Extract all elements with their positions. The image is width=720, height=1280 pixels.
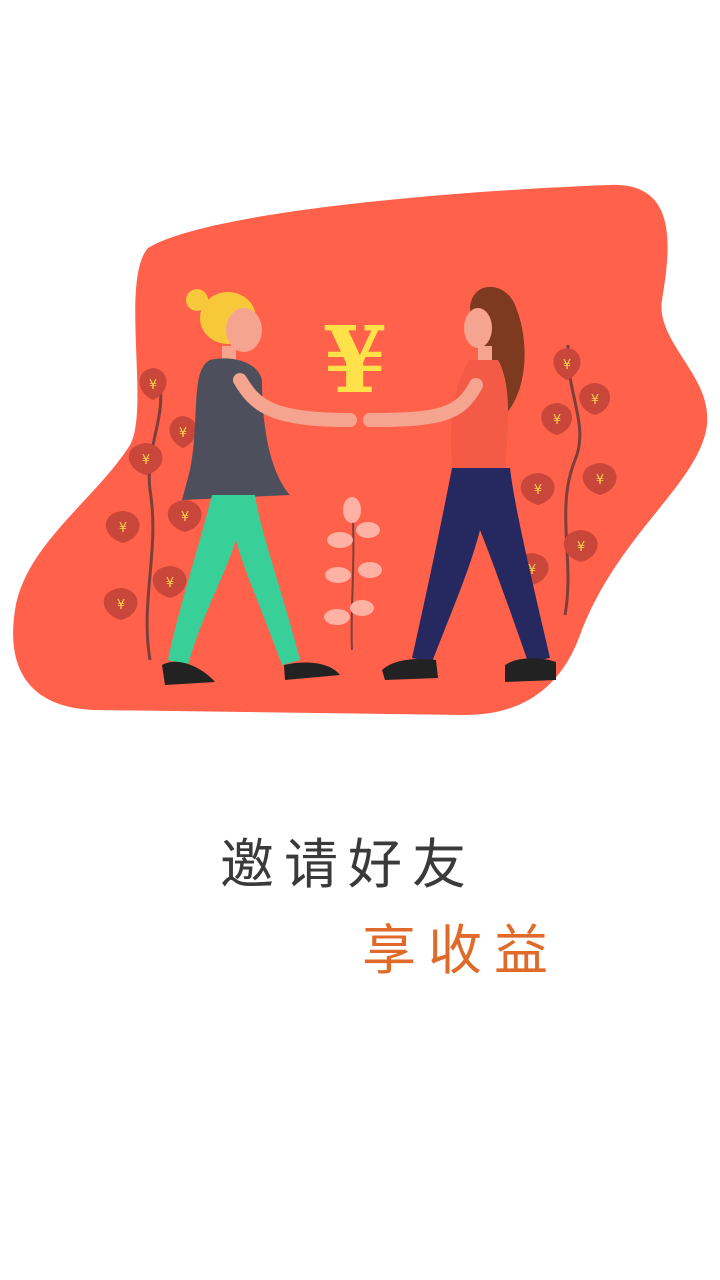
- svg-text:¥: ¥: [577, 540, 585, 555]
- svg-text:¥: ¥: [553, 413, 561, 428]
- splash-screen: ¥ ¥ ¥ ¥ ¥ ¥ ¥ ¥ ¥ ¥ ¥ ¥ ¥ ¥ ¥ 邀请好友 享收益: [0, 0, 720, 1280]
- invite-friends-illustration: ¥ ¥ ¥ ¥ ¥ ¥ ¥ ¥ ¥ ¥ ¥ ¥ ¥ ¥ ¥: [13, 184, 708, 716]
- svg-text:¥: ¥: [117, 598, 125, 613]
- svg-text:¥: ¥: [534, 483, 542, 498]
- svg-text:¥: ¥: [591, 393, 599, 408]
- subline-earn-rewards: 享收益: [362, 919, 560, 982]
- svg-text:¥: ¥: [179, 426, 187, 441]
- svg-text:¥: ¥: [181, 510, 189, 525]
- svg-text:¥: ¥: [142, 453, 150, 468]
- svg-text:¥: ¥: [596, 473, 604, 488]
- svg-text:¥: ¥: [149, 378, 157, 393]
- svg-text:¥: ¥: [563, 358, 571, 373]
- background-blob: [13, 184, 708, 716]
- svg-text:¥: ¥: [119, 521, 127, 536]
- headline-invite-friends: 邀请好友: [220, 833, 476, 896]
- yen-symbol: ¥: [323, 306, 387, 414]
- svg-text:¥: ¥: [166, 576, 174, 591]
